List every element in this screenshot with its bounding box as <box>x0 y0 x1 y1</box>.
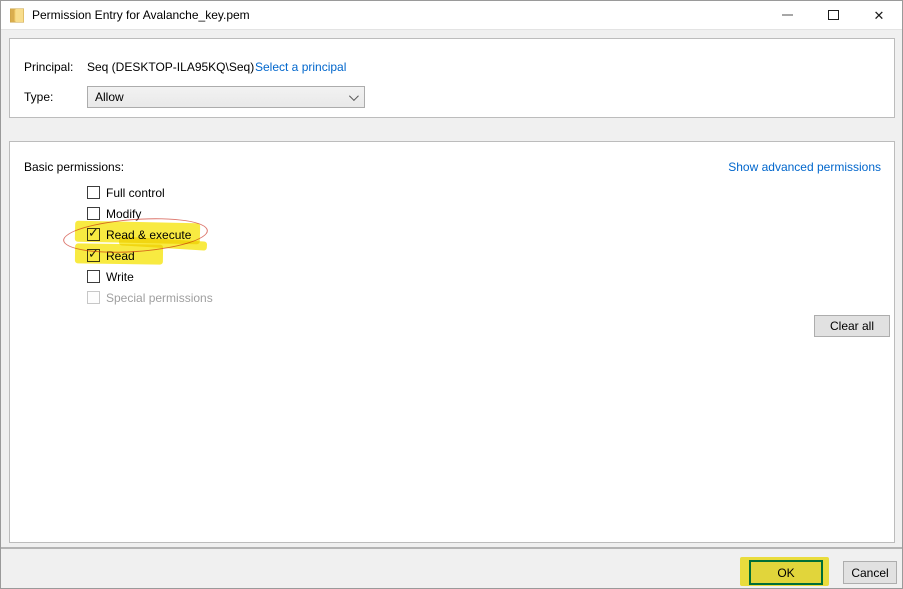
full-control-checkbox[interactable]: ✓ <box>87 186 100 199</box>
type-label: Type: <box>24 90 53 104</box>
close-button[interactable]: ✕ <box>856 1 902 29</box>
maximize-button[interactable] <box>810 1 856 29</box>
show-advanced-permissions-link[interactable]: Show advanced permissions <box>728 160 881 174</box>
permission-label: Modify <box>106 207 141 221</box>
window-controls: ✕ <box>764 1 902 29</box>
principal-value: Seq (DESKTOP-ILA95KQ\Seq) <box>87 60 254 74</box>
read-checkbox[interactable]: ✓ <box>87 249 100 262</box>
permission-row-special-permissions: ✓ Special permissions <box>87 287 213 308</box>
type-dropdown[interactable]: Allow <box>87 86 365 108</box>
permission-label: Special permissions <box>106 291 213 305</box>
file-permissions-icon <box>10 8 24 23</box>
title-bar: Permission Entry for Avalanche_key.pem ✕ <box>1 1 902 30</box>
checkmark-icon: ✓ <box>88 247 99 260</box>
principal-label: Principal: <box>24 60 73 74</box>
permission-entry-dialog: Permission Entry for Avalanche_key.pem ✕… <box>0 0 903 589</box>
principal-type-panel: Principal: Seq (DESKTOP-ILA95KQ\Seq) Sel… <box>9 38 895 118</box>
minimize-button[interactable] <box>764 1 810 29</box>
special-permissions-checkbox: ✓ <box>87 291 100 304</box>
type-dropdown-value: Allow <box>95 90 349 104</box>
modify-checkbox[interactable]: ✓ <box>87 207 100 220</box>
permission-row-full-control[interactable]: ✓ Full control <box>87 182 213 203</box>
permission-label: Read <box>106 249 135 263</box>
read-execute-checkbox[interactable]: ✓ <box>87 228 100 241</box>
permission-label: Write <box>106 270 134 284</box>
clear-all-button[interactable]: Clear all <box>814 315 890 337</box>
ok-button[interactable]: OK <box>749 560 823 585</box>
permission-row-modify[interactable]: ✓ Modify <box>87 203 213 224</box>
chevron-down-icon <box>349 91 359 101</box>
cancel-button[interactable]: Cancel <box>843 561 897 584</box>
close-icon: ✕ <box>874 9 885 22</box>
maximize-icon <box>828 10 839 20</box>
permission-list: ✓ Full control ✓ Modify ✓ Read & execute… <box>87 182 213 308</box>
basic-permissions-panel: Basic permissions: Show advanced permiss… <box>9 141 895 543</box>
minimize-icon <box>782 14 793 16</box>
write-checkbox[interactable]: ✓ <box>87 270 100 283</box>
permission-row-write[interactable]: ✓ Write <box>87 266 213 287</box>
window-title: Permission Entry for Avalanche_key.pem <box>32 8 250 22</box>
permission-row-read[interactable]: ✓ Read <box>87 245 213 266</box>
permission-row-read-execute[interactable]: ✓ Read & execute <box>87 224 213 245</box>
permission-label: Read & execute <box>106 228 191 242</box>
checkmark-icon: ✓ <box>88 226 99 239</box>
select-principal-link[interactable]: Select a principal <box>255 60 346 74</box>
permission-label: Full control <box>106 186 165 200</box>
basic-permissions-label: Basic permissions: <box>24 160 124 174</box>
